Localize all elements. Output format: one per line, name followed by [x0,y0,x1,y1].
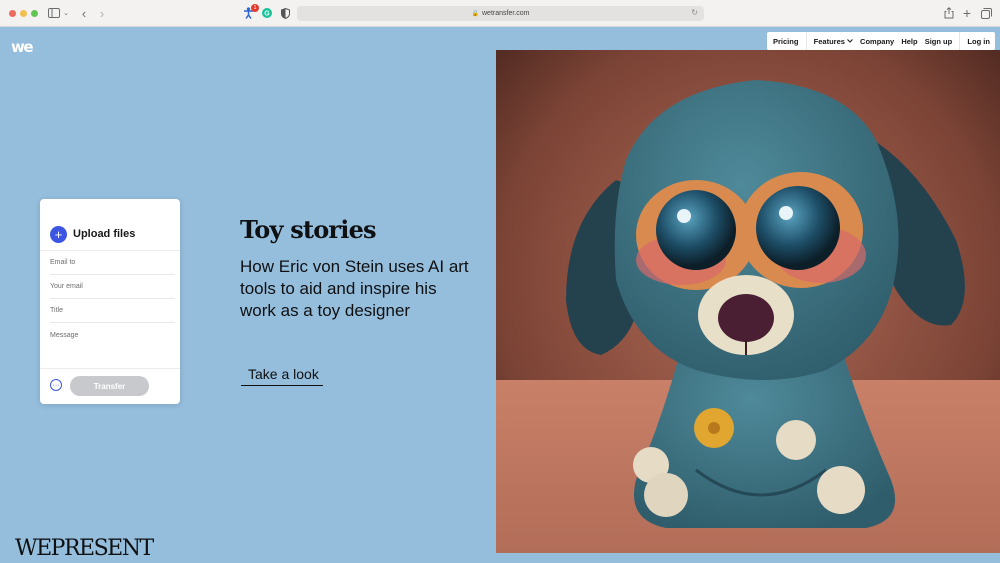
url-text: wetransfer.com [482,10,529,17]
reload-icon[interactable]: ↻ [691,8,698,17]
nav-features[interactable]: Features [814,37,853,46]
browser-toolbar: ⌄ ‹ › 1 G 🔒 wetransfer.com ↻ + [0,0,1000,27]
your-email-field[interactable]: Your email [50,275,175,299]
nav-divider [959,32,960,50]
address-bar[interactable]: 🔒 wetransfer.com ↻ [297,6,704,21]
svg-text:G: G [264,11,270,18]
top-nav: Pricing Features Company Help Sign up Lo… [767,32,995,50]
upload-files-button[interactable]: + Upload files [40,199,180,251]
privacy-shield-icon[interactable] [280,6,291,20]
more-options-icon[interactable]: ··· [50,379,62,391]
extension-badge: 1 [251,4,259,12]
nav-divider [806,32,807,50]
promo-title: Toy stories [240,215,376,244]
hero-image[interactable] [496,50,1000,553]
upload-panel: + Upload files Email to Your email Title… [40,199,180,404]
new-tab-icon[interactable]: + [961,6,973,20]
nav-sign-up[interactable]: Sign up [925,37,953,46]
take-a-look-link[interactable]: Take a look [241,366,323,386]
minimize-window-button[interactable] [20,10,27,17]
close-window-button[interactable] [9,10,16,17]
add-icon: + [50,226,67,243]
share-icon[interactable] [943,6,955,20]
transfer-button[interactable]: Transfer [70,376,149,396]
chevron-down-icon [847,39,853,43]
email-to-field[interactable]: Email to [50,251,175,275]
upload-files-label: Upload files [73,228,135,240]
nav-help[interactable]: Help [901,37,917,46]
forward-icon[interactable]: › [96,6,108,20]
zoom-window-button[interactable] [31,10,38,17]
message-field[interactable]: Message [50,323,175,369]
lock-icon: 🔒 [472,10,479,17]
nav-pricing[interactable]: Pricing [773,37,798,46]
nav-log-in[interactable]: Log in [967,37,990,46]
nav-features-label: Features [814,37,845,46]
wepresent-logo[interactable]: WEPRESENT [15,536,153,562]
tab-overview-icon[interactable] [980,6,992,20]
nav-company[interactable]: Company [860,37,894,46]
panel-footer: ··· Transfer [40,368,180,404]
chevron-down-icon[interactable]: ⌄ [62,6,70,20]
grammarly-icon[interactable]: G [261,6,272,20]
title-field[interactable]: Title [50,299,175,323]
sidebar-icon[interactable] [47,6,61,20]
wetransfer-logo[interactable]: we [11,38,32,56]
back-icon[interactable]: ‹ [78,6,90,20]
promo-subtitle: How Eric von Stein uses AI art tools to … [240,256,475,322]
